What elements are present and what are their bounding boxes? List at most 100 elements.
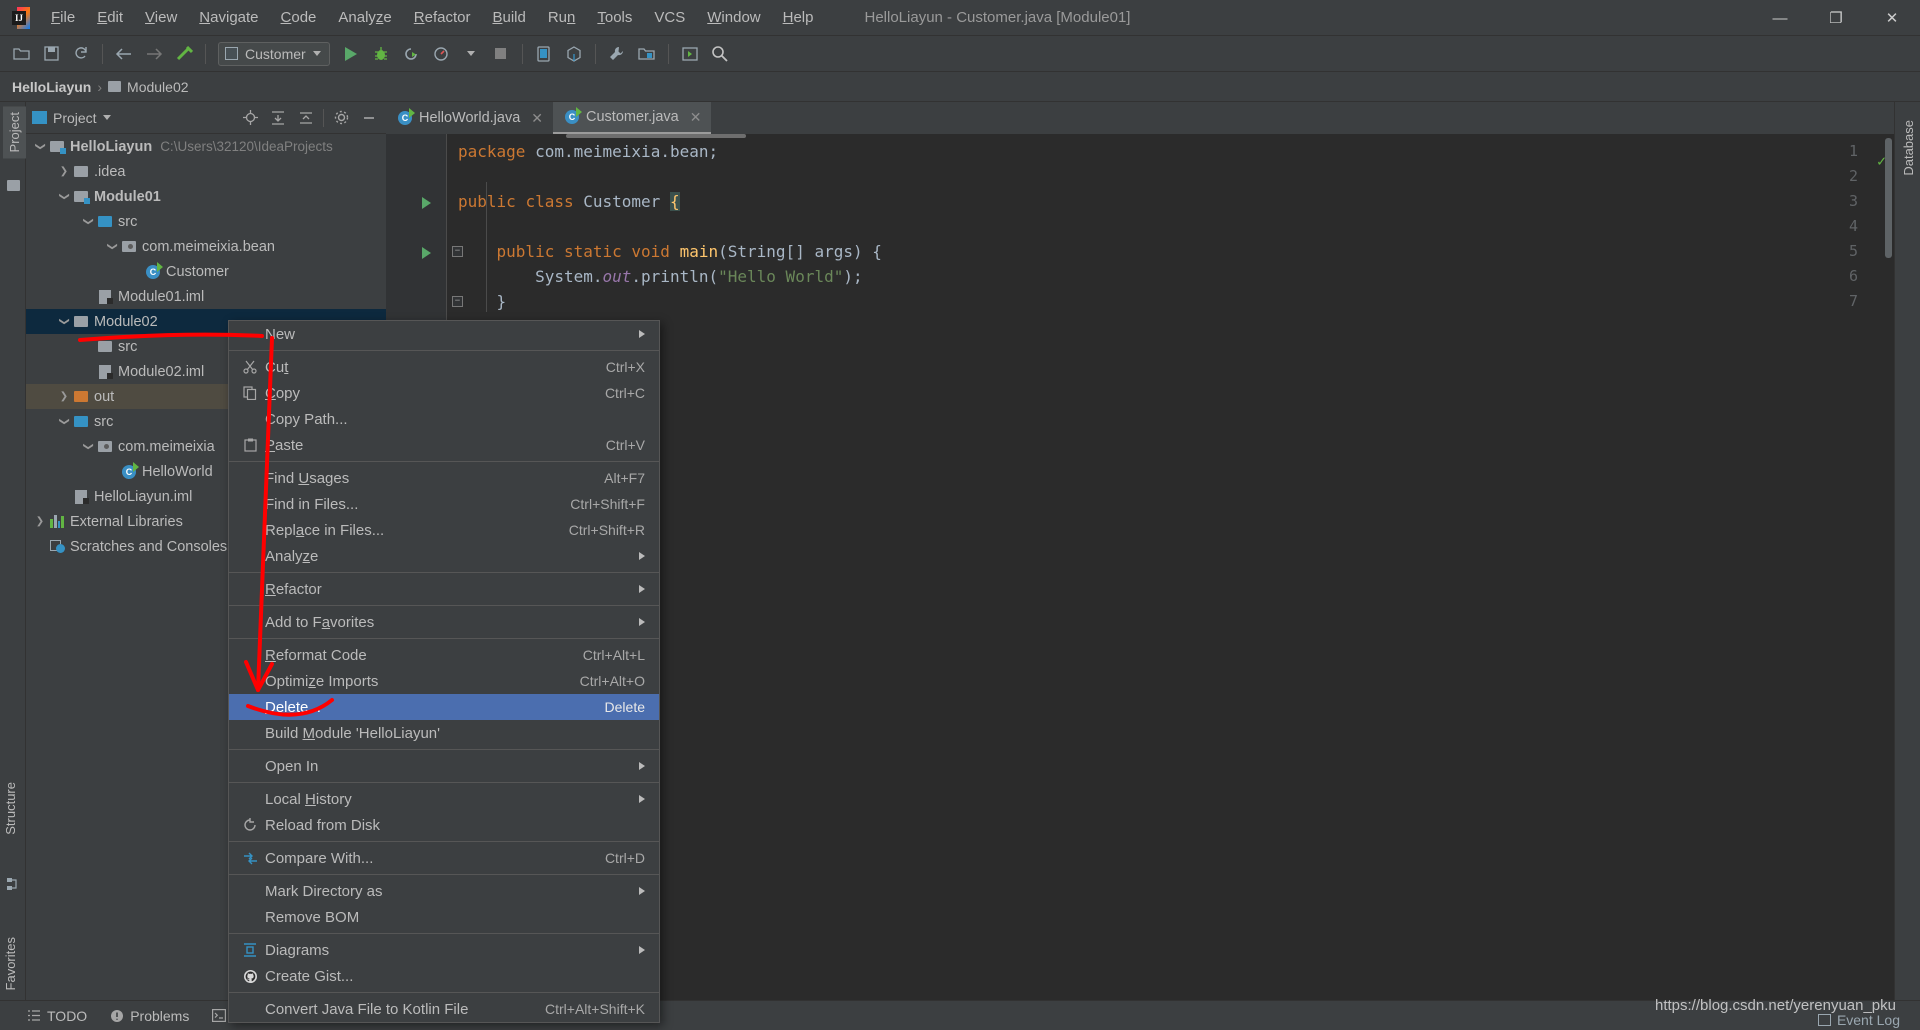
menu-item-add-to-favorites[interactable]: Add to Favorites <box>229 609 659 635</box>
tree-node-src[interactable]: ❯ src <box>26 209 386 234</box>
menu-item-create-gist[interactable]: Create Gist... <box>229 963 659 989</box>
open-folder-icon[interactable] <box>6 39 36 69</box>
menu-item-build-module-helloliayun[interactable]: Build Module 'HelloLiayun' <box>229 720 659 746</box>
chevron-right-icon[interactable]: ❯ <box>32 509 48 534</box>
menu-item-local-history[interactable]: Local History <box>229 786 659 812</box>
menu-item-reformat-code[interactable]: Reformat Code Ctrl+Alt+L <box>229 642 659 668</box>
chevron-down-icon[interactable]: ❯ <box>100 239 125 255</box>
tree-node--idea[interactable]: ❯ .idea <box>26 159 386 184</box>
save-all-icon[interactable] <box>36 39 66 69</box>
menu-help[interactable]: Help <box>772 5 825 30</box>
close-icon[interactable]: ✕ <box>531 110 543 127</box>
menu-code[interactable]: Code <box>270 5 328 30</box>
menu-vcs[interactable]: VCS <box>643 5 696 30</box>
breadcrumb-item-0[interactable]: HelloLiayun <box>12 79 91 95</box>
menu-item-cut[interactable]: Cut Ctrl+X <box>229 354 659 380</box>
forward-icon[interactable] <box>139 39 169 69</box>
device-manager-icon[interactable] <box>529 39 559 69</box>
menu-item-optimize-imports[interactable]: Optimize Imports Ctrl+Alt+O <box>229 668 659 694</box>
menu-item-paste[interactable]: Paste Ctrl+V <box>229 432 659 458</box>
chevron-down-icon[interactable]: ❯ <box>76 214 101 230</box>
status-bar-todo[interactable]: TODO <box>26 1008 87 1024</box>
build-hammer-icon[interactable] <box>169 39 199 69</box>
code-line[interactable]: public class Customer { <box>458 192 680 211</box>
menu-view[interactable]: View <box>134 5 188 30</box>
code-line[interactable]: } <box>458 292 507 311</box>
tree-node-helloliayun[interactable]: ❯ HelloLiayun C:\Users\32120\IdeaProjects <box>26 134 386 159</box>
menu-item-open-in[interactable]: Open In <box>229 753 659 779</box>
select-opened-file-icon[interactable] <box>675 39 705 69</box>
close-button[interactable]: ✕ <box>1864 0 1920 36</box>
vertical-scrollbar[interactable] <box>1885 138 1892 258</box>
collapse-all-icon[interactable] <box>295 107 317 129</box>
menu-item-delete[interactable]: Delete... Delete <box>229 694 659 720</box>
chevron-right-icon[interactable]: ❯ <box>56 159 72 184</box>
menu-item-copy-path[interactable]: Copy Path... <box>229 406 659 432</box>
menu-item-compare-with[interactable]: Compare With... Ctrl+D <box>229 845 659 871</box>
run-icon[interactable] <box>336 39 366 69</box>
search-everywhere-icon[interactable] <box>705 39 735 69</box>
chevron-down-icon[interactable]: ❯ <box>28 139 53 155</box>
chevron-down-icon[interactable]: ❯ <box>52 414 77 430</box>
maximize-button[interactable]: ❐ <box>1808 0 1864 36</box>
code-line[interactable]: System.out.println("Hello World"); <box>458 267 863 286</box>
back-icon[interactable] <box>109 39 139 69</box>
menu-item-replace-in-files[interactable]: Replace in Files... Ctrl+Shift+R <box>229 517 659 543</box>
event-log-button[interactable]: Event Log <box>1817 1012 1900 1028</box>
chevron-down-icon[interactable]: ❯ <box>76 439 101 455</box>
menu-item-reload-from-disk[interactable]: Reload from Disk <box>229 812 659 838</box>
sidebar-item-database[interactable]: Database <box>1901 120 1916 176</box>
menu-item-mark-directory-as[interactable]: Mark Directory as <box>229 878 659 904</box>
breadcrumb-item-1[interactable]: Module02 <box>127 79 189 95</box>
sidebar-item-structure[interactable]: Structure <box>3 782 18 835</box>
menu-tools[interactable]: Tools <box>586 5 643 30</box>
menu-item-new[interactable]: New <box>229 321 659 347</box>
profile-icon[interactable] <box>426 39 456 69</box>
tree-node-module01-iml[interactable]: Module01.iml <box>26 284 386 309</box>
code-line[interactable]: public static void main(String[] args) { <box>458 242 882 261</box>
sync-icon[interactable] <box>66 39 96 69</box>
menu-item-convert-java-file-to-kotlin-file[interactable]: Convert Java File to Kotlin File Ctrl+Alt… <box>229 996 659 1022</box>
run-coverage-icon[interactable] <box>396 39 426 69</box>
menu-file[interactable]: File <box>40 5 86 30</box>
menu-item-diagrams[interactable]: Diagrams <box>229 937 659 963</box>
menu-build[interactable]: Build <box>481 5 536 30</box>
menu-item-find-in-files[interactable]: Find in Files... Ctrl+Shift+F <box>229 491 659 517</box>
code-line[interactable]: package com.meimeixia.bean; <box>458 142 718 161</box>
menu-refactor[interactable]: Refactor <box>403 5 482 30</box>
chevron-down-icon[interactable] <box>456 39 486 69</box>
close-icon[interactable]: ✕ <box>690 109 702 126</box>
menu-item-refactor[interactable]: Refactor <box>229 576 659 602</box>
context-menu[interactable]: New Cut Ctrl+X Copy Ctrl+C Copy Path... Paste C… <box>228 320 660 1023</box>
horizontal-scrollbar[interactable] <box>566 134 746 138</box>
tree-node-com-meimeixia-bean[interactable]: ❯ com.meimeixia.bean <box>26 234 386 259</box>
project-structure-icon[interactable] <box>632 39 662 69</box>
tree-node-customer[interactable]: C Customer <box>26 259 386 284</box>
chevron-right-icon[interactable]: ❯ <box>56 384 72 409</box>
chevron-down-icon[interactable]: ❯ <box>52 189 77 205</box>
menu-analyze[interactable]: Analyze <box>327 5 402 30</box>
sidebar-item-project[interactable]: Project <box>3 106 26 159</box>
sidebar-item-favorites[interactable]: Favorites <box>3 937 18 990</box>
menu-navigate[interactable]: Navigate <box>188 5 269 30</box>
expand-all-icon[interactable] <box>267 107 289 129</box>
hide-icon[interactable] <box>358 107 380 129</box>
status-bar-problems[interactable]: Problems <box>109 1008 189 1024</box>
menu-item-analyze[interactable]: Analyze <box>229 543 659 569</box>
settings-gear-icon[interactable] <box>330 107 352 129</box>
locate-icon[interactable] <box>239 107 261 129</box>
menu-item-copy[interactable]: Copy Ctrl+C <box>229 380 659 406</box>
stop-icon[interactable] <box>486 39 516 69</box>
menu-run[interactable]: Run <box>537 5 587 30</box>
run-gutter-icon[interactable] <box>422 247 431 259</box>
tree-node-module01[interactable]: ❯ Module01 <box>26 184 386 209</box>
debug-icon[interactable] <box>366 39 396 69</box>
editor-tab-customer-java[interactable]: C Customer.java ✕ <box>553 102 712 134</box>
chevron-down-icon[interactable] <box>102 115 111 120</box>
menu-item-find-usages[interactable]: Find Usages Alt+F7 <box>229 465 659 491</box>
run-configuration-selector[interactable]: Customer <box>218 41 330 66</box>
menu-window[interactable]: Window <box>696 5 771 30</box>
menu-edit[interactable]: Edit <box>86 5 134 30</box>
avd-manager-icon[interactable] <box>559 39 589 69</box>
minimize-button[interactable]: — <box>1752 0 1808 36</box>
